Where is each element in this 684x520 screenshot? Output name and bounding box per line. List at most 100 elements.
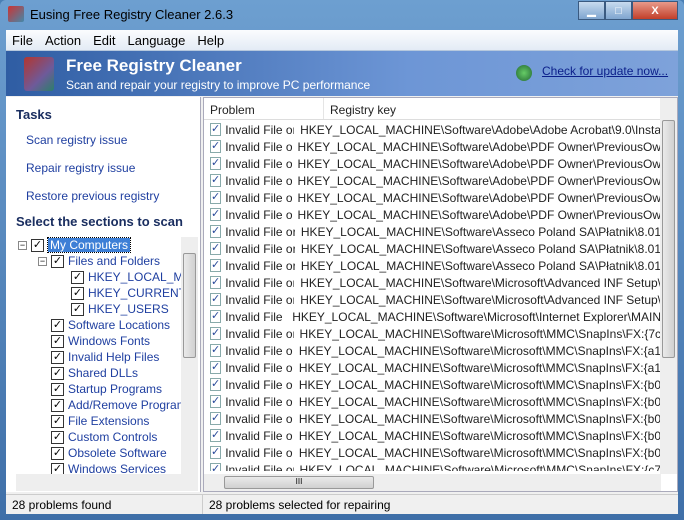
tree-scroll-thumb[interactable]	[183, 253, 196, 358]
menu-file[interactable]: File	[6, 33, 39, 48]
row-checkbox[interactable]: ✓	[210, 327, 222, 340]
row-checkbox[interactable]: ✓	[210, 123, 222, 136]
row-checkbox[interactable]: ✓	[210, 463, 222, 471]
row-checkbox[interactable]: ✓	[210, 378, 222, 391]
title-bar[interactable]: Eusing Free Registry Cleaner 2.6.3 ▁ □ X	[0, 0, 684, 28]
checkbox[interactable]: ✓	[51, 334, 64, 348]
checkbox[interactable]: ✓	[51, 398, 64, 412]
checkbox[interactable]: ✓	[51, 318, 64, 332]
tree-node[interactable]: ✓HKEY_LOCAL_MACHINE	[71, 269, 198, 285]
row-checkbox[interactable]: ✓	[210, 361, 222, 374]
checkbox[interactable]: ✓	[51, 350, 64, 364]
list-vertical-scrollbar[interactable]	[660, 98, 677, 474]
table-row[interactable]: ✓Invalid File or Folder HKEY_LOCAL_MACHIN…	[204, 461, 661, 471]
checkbox[interactable]: ✓	[51, 366, 64, 380]
row-checkbox[interactable]: ✓	[210, 310, 222, 323]
tree-node[interactable]: ✓ Add/Remove Programs	[51, 397, 193, 413]
restore-registry-link[interactable]: Restore previous registry	[26, 189, 159, 203]
tree-node[interactable]: ✓ Windows Fonts	[51, 333, 150, 349]
row-checkbox[interactable]: ✓	[210, 259, 222, 272]
tree-node[interactable]: ✓ File Extensions	[51, 413, 149, 429]
tree-vertical-scrollbar[interactable]	[181, 237, 198, 474]
table-row[interactable]: ✓Invalid File or Folder HKEY_LOCAL_MACHIN…	[204, 308, 661, 325]
row-checkbox[interactable]: ✓	[210, 191, 222, 204]
list-scroll-thumb[interactable]	[662, 120, 675, 358]
checkbox[interactable]: ✓	[31, 238, 44, 252]
table-row[interactable]: ✓Invalid File or Folder HKEY_LOCAL_MACHIN…	[204, 155, 661, 172]
checkbox[interactable]: ✓	[71, 302, 84, 316]
menu-edit[interactable]: Edit	[87, 33, 121, 48]
tree-node[interactable]: ✓ Obsolete Software	[51, 445, 167, 461]
list-hscroll-thumb[interactable]: III	[224, 476, 374, 489]
checkbox[interactable]: ✓	[51, 382, 64, 396]
row-checkbox[interactable]: ✓	[210, 395, 222, 408]
close-button[interactable]: X	[632, 1, 678, 20]
table-row[interactable]: ✓Invalid File or Folder HKEY_LOCAL_MACHIN…	[204, 410, 661, 427]
tree-node[interactable]: ✓ Custom Controls	[51, 429, 157, 445]
row-checkbox[interactable]: ✓	[210, 344, 222, 357]
tree-node[interactable]: ✓ Startup Programs	[51, 381, 162, 397]
tree-node[interactable]: − ✓ Files and Folders	[38, 253, 160, 269]
checkbox[interactable]: ✓	[51, 446, 64, 460]
menu-action[interactable]: Action	[39, 33, 87, 48]
table-row[interactable]: ✓Invalid File or Folder HKEY_LOCAL_MACHIN…	[204, 172, 661, 189]
row-checkbox[interactable]: ✓	[210, 412, 222, 425]
tree-node-label: Files and Folders	[68, 254, 161, 268]
table-row[interactable]: ✓Invalid File or Folder HKEY_LOCAL_MACHIN…	[204, 223, 661, 240]
tree-node[interactable]: ✓ Windows Services	[51, 461, 166, 474]
table-row[interactable]: ✓Invalid File or Folder HKEY_LOCAL_MACHIN…	[204, 342, 661, 359]
repair-registry-link[interactable]: Repair registry issue	[26, 161, 135, 175]
row-checkbox[interactable]: ✓	[210, 225, 222, 238]
menu-language[interactable]: Language	[122, 33, 192, 48]
checkbox[interactable]: ✓	[51, 414, 64, 428]
tree-node[interactable]: ✓ Software Locations	[51, 317, 170, 333]
table-row[interactable]: ✓Invalid File or Folder HKEY_LOCAL_MACHIN…	[204, 257, 661, 274]
row-checkbox[interactable]: ✓	[210, 157, 222, 170]
row-checkbox[interactable]: ✓	[210, 276, 222, 289]
problem-cell: Invalid File or Folder	[225, 275, 294, 290]
checkbox[interactable]: ✓	[71, 270, 84, 284]
table-row[interactable]: ✓Invalid File or Folder HKEY_LOCAL_MACHIN…	[204, 427, 661, 444]
sections-tree[interactable]: − ✓ My Computers − ✓ Files and Folders ✓ HKEY_L…	[16, 237, 198, 474]
tree-node[interactable]: ✓ Shared DLLs	[51, 365, 138, 381]
table-row[interactable]: ✓Invalid File or Folder HKEY_LOCAL_MACHIN…	[204, 376, 661, 393]
table-row[interactable]: ✓Invalid File or Folder HKEY_LOCAL_MACHIN…	[204, 240, 661, 257]
row-checkbox[interactable]: ✓	[210, 140, 222, 153]
column-problem[interactable]: Problem	[204, 98, 324, 119]
column-registry-key[interactable]: Registry key	[324, 98, 402, 119]
row-checkbox[interactable]: ✓	[210, 429, 222, 442]
checkbox[interactable]: ✓	[71, 286, 84, 300]
tree-node[interactable]: ✓HKEY_CURRENT_USER	[71, 285, 198, 301]
table-row[interactable]: ✓Invalid File or Folder HKEY_LOCAL_MACHIN…	[204, 359, 661, 376]
table-row[interactable]: ✓Invalid File or Folder HKEY_LOCAL_MACHIN…	[204, 189, 661, 206]
table-row[interactable]: ✓Invalid File or Folder HKEY_LOCAL_MACHIN…	[204, 274, 661, 291]
row-checkbox[interactable]: ✓	[210, 446, 222, 459]
table-row[interactable]: ✓Invalid File or Folder HKEY_LOCAL_MACHIN…	[204, 393, 661, 410]
expander-icon[interactable]: −	[38, 256, 47, 266]
row-checkbox[interactable]: ✓	[210, 242, 222, 255]
list-horizontal-scrollbar[interactable]: III	[204, 474, 661, 491]
row-checkbox[interactable]: ✓	[210, 174, 222, 187]
tree-horizontal-scrollbar[interactable]	[16, 474, 198, 491]
checkbox[interactable]: ✓	[51, 462, 64, 474]
expander-icon[interactable]: −	[18, 240, 27, 250]
table-row[interactable]: ✓Invalid File or Folder HKEY_LOCAL_MACHIN…	[204, 206, 661, 223]
minimize-button[interactable]: ▁	[578, 1, 605, 20]
scan-registry-link[interactable]: Scan registry issue	[26, 133, 127, 147]
checkbox[interactable]: ✓	[51, 430, 64, 444]
menu-help[interactable]: Help	[191, 33, 230, 48]
row-checkbox[interactable]: ✓	[210, 208, 222, 221]
tree-node[interactable]: − ✓ My Computers	[18, 237, 132, 253]
maximize-button[interactable]: □	[605, 1, 632, 20]
table-row[interactable]: ✓Invalid File or Folder HKEY_LOCAL_MACHIN…	[204, 291, 661, 308]
table-row[interactable]: ✓Invalid File or Folder HKEY_LOCAL_MACHIN…	[204, 444, 661, 461]
row-checkbox[interactable]: ✓	[210, 293, 222, 306]
table-row[interactable]: ✓Invalid File or Folder HKEY_LOCAL_MACHIN…	[204, 121, 661, 138]
tree-node[interactable]: ✓ Invalid Help Files	[51, 349, 159, 365]
registry-key-cell: HKEY_LOCAL_MACHINE\Software\Adobe\PDF Ow…	[297, 139, 661, 154]
check-update-link[interactable]: Check for update now...	[542, 64, 668, 78]
checkbox[interactable]: ✓	[51, 254, 64, 268]
table-row[interactable]: ✓Invalid File or Folder HKEY_LOCAL_MACHIN…	[204, 138, 661, 155]
table-row[interactable]: ✓Invalid File or Folder HKEY_LOCAL_MACHIN…	[204, 325, 661, 342]
tree-node[interactable]: ✓ HKEY_USERS	[71, 301, 169, 317]
